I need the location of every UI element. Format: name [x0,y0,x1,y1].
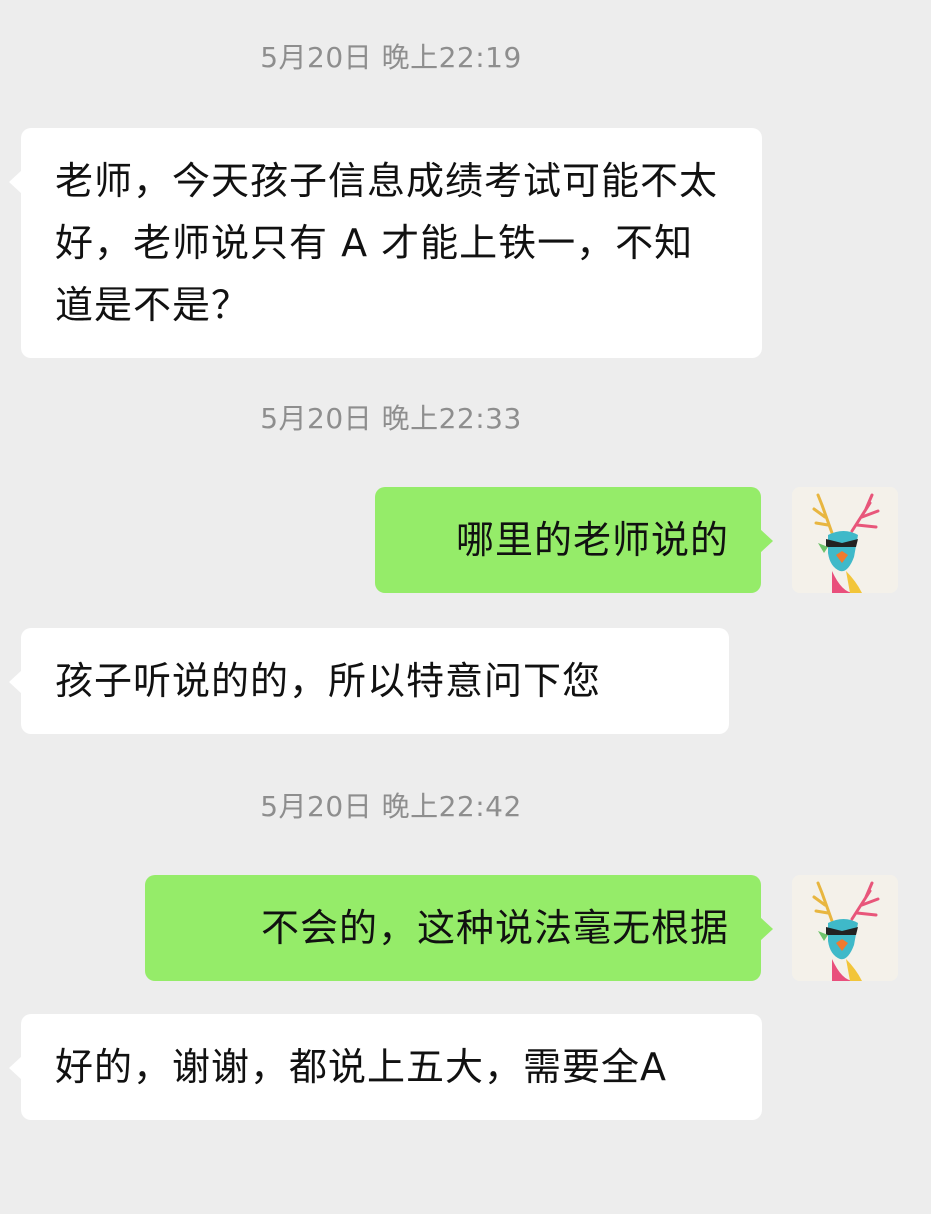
self-avatar[interactable] [792,875,898,981]
message-text: 哪里的老师说的 [455,518,729,562]
message-text: 不会的，这种说法毫无根据 [260,906,729,950]
message-bubble-incoming[interactable]: 好的，谢谢，都说上五大，需要全A [9,1014,762,1120]
timestamp: 5月20日 晚上22:19 [260,41,522,74]
deer-avatar-icon [792,487,898,593]
message-text: 老师，今天孩子信息成绩考试可能不太好，老师说只有 A 才能上铁一，不知道是不是？ [55,159,719,327]
message-bubble-outgoing[interactable]: 哪里的老师说的 [375,487,773,593]
message-bubble-incoming[interactable]: 老师，今天孩子信息成绩考试可能不太好，老师说只有 A 才能上铁一，不知道是不是？ [9,128,762,358]
timestamp: 5月20日 晚上22:42 [260,790,522,823]
deer-avatar-icon [792,875,898,981]
message-bubble-outgoing[interactable]: 不会的，这种说法毫无根据 [145,875,773,981]
message-bubble-incoming[interactable]: 孩子听说的的，所以特意问下您 [9,628,729,734]
message-text: 好的，谢谢，都说上五大，需要全A [55,1045,667,1089]
message-text: 孩子听说的的，所以特意问下您 [55,659,602,703]
self-avatar[interactable] [792,487,898,593]
timestamp: 5月20日 晚上22:33 [260,402,522,435]
